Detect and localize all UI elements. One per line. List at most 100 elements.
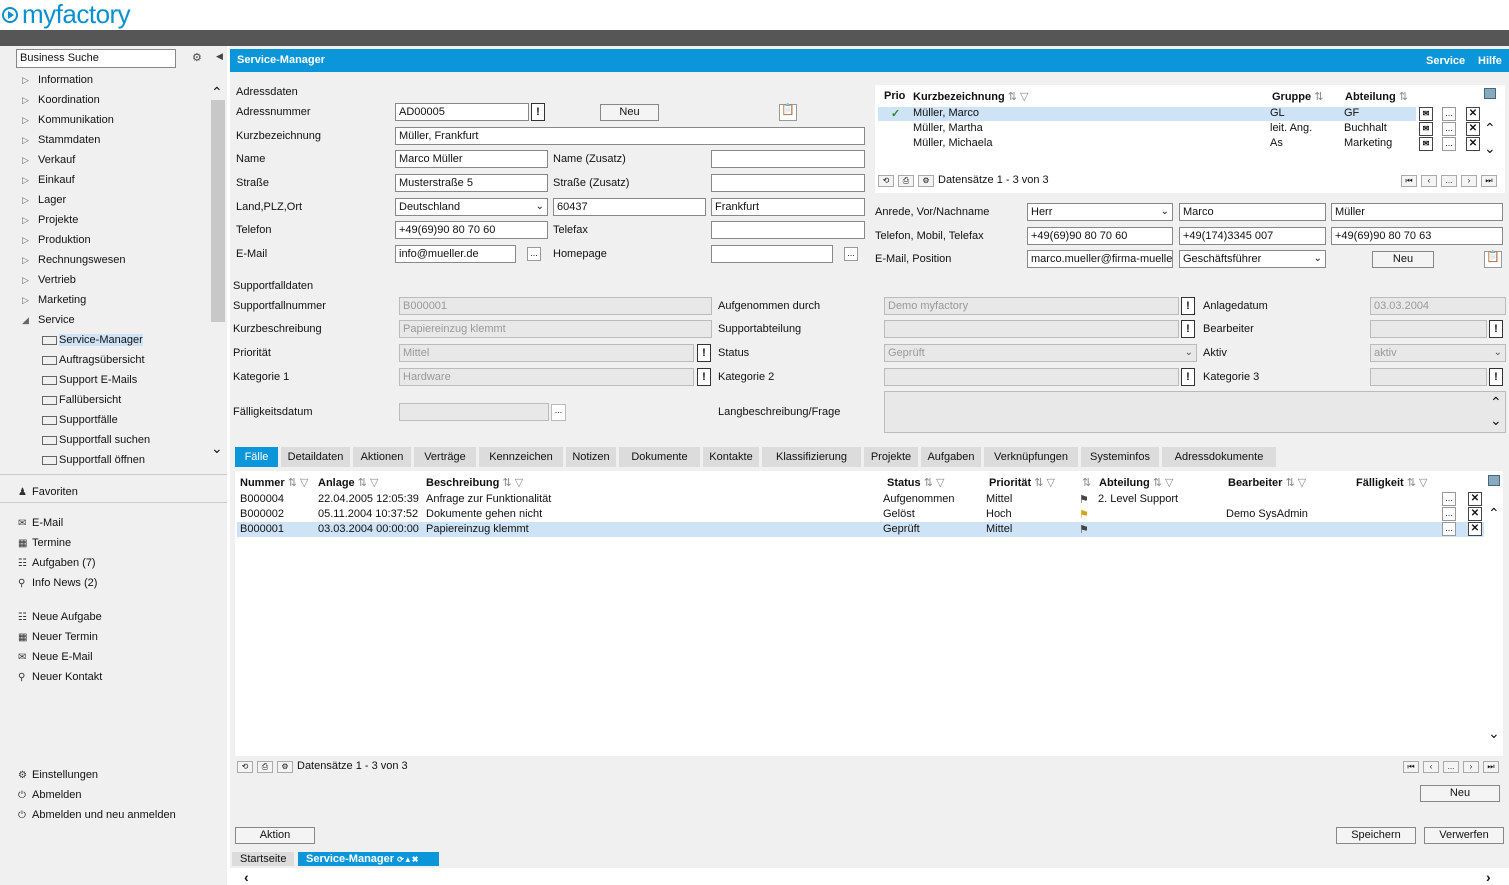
- settings-icon[interactable]: ⚙: [918, 175, 934, 187]
- scroll-down-icon[interactable]: ⌄: [1490, 412, 1502, 429]
- new-case-button[interactable]: Neu: [1420, 785, 1500, 802]
- new-address-button[interactable]: Neu: [600, 104, 659, 121]
- page-more-icon[interactable]: ...: [1443, 761, 1459, 773]
- mail-icon[interactable]: ✉: [1419, 122, 1433, 136]
- table-row[interactable]: [237, 492, 1484, 507]
- col-status[interactable]: Status ⇅ ▽: [887, 476, 944, 489]
- tab[interactable]: Verknüpfungen: [984, 447, 1079, 467]
- scroll-up-icon[interactable]: ⌃: [211, 84, 223, 101]
- col-created[interactable]: Anlage ⇅ ▽: [318, 476, 378, 489]
- category3-field[interactable]: [1370, 368, 1487, 386]
- sidebar-item-service[interactable]: ◢ Service: [22, 311, 75, 329]
- sidebar-scroll-thumb[interactable]: [211, 100, 225, 322]
- scroll-left-icon[interactable]: ‹: [244, 869, 249, 885]
- filter-icon[interactable]: ⇅ ▽: [1407, 477, 1428, 489]
- homepage-more-button[interactable]: ...: [844, 247, 858, 261]
- col-editor[interactable]: Bearbeiter ⇅ ▽: [1228, 476, 1306, 489]
- street-field[interactable]: Musterstraße 5: [395, 174, 548, 192]
- sidebar-item[interactable]: ▷ Marketing: [22, 291, 86, 309]
- row-more-button[interactable]: ...: [1442, 107, 1456, 121]
- sidebar-item[interactable]: ▷ Kommunikation: [22, 111, 114, 129]
- quick-link[interactable]: ✉ E-Mail: [18, 514, 63, 532]
- prev-page-icon[interactable]: ‹: [1421, 175, 1437, 187]
- page-more-icon[interactable]: ...: [1441, 175, 1457, 187]
- favorites-link[interactable]: ♟ Favoriten: [18, 483, 78, 501]
- tab[interactable]: Aufgaben: [921, 447, 982, 467]
- tab[interactable]: Notizen: [566, 447, 617, 467]
- tab[interactable]: Klassifizierung: [762, 447, 862, 467]
- discard-button[interactable]: Verwerfen: [1424, 827, 1504, 844]
- phone-field[interactable]: +49(69)90 80 70 60: [395, 221, 548, 239]
- first-page-icon[interactable]: ⏮: [1401, 175, 1417, 187]
- clipboard-icon[interactable]: 📋: [1484, 251, 1502, 268]
- quick-link[interactable]: ▦ Termine: [18, 534, 71, 552]
- sidebar-subitem[interactable]: Supportfall suchen: [42, 431, 150, 449]
- salutation-select[interactable]: Herr ⌄: [1027, 203, 1173, 221]
- address-number-field[interactable]: AD00005: [395, 103, 529, 121]
- active-select[interactable]: aktiv ⌄: [1370, 344, 1506, 362]
- tab[interactable]: Adressdokumente: [1162, 447, 1277, 467]
- action-button[interactable]: Aktion: [235, 827, 315, 844]
- filter-icon[interactable]: ⇅ ▽: [358, 477, 379, 489]
- status-select[interactable]: Geprüft ⌄: [884, 344, 1197, 362]
- filter-icon[interactable]: ⇅ ▽: [924, 477, 945, 489]
- filter-icon[interactable]: ⇅ ▽: [502, 477, 523, 489]
- tab[interactable]: Projekte: [864, 447, 919, 467]
- column-chooser-icon[interactable]: [1488, 475, 1500, 486]
- quick-action[interactable]: ⚲ Neuer Kontakt: [18, 668, 102, 686]
- contact-email-field[interactable]: marco.mueller@firma-mueller: [1027, 250, 1173, 268]
- horizontal-scrollbar[interactable]: [230, 868, 1509, 885]
- help-link[interactable]: Hilfe: [1478, 55, 1502, 67]
- sidebar-item[interactable]: ▷ Information: [22, 71, 93, 89]
- quick-action[interactable]: ▦ Neuer Termin: [18, 628, 98, 646]
- settings-link[interactable]: ⏻ Abmelden: [18, 786, 82, 804]
- tab[interactable]: Systeminfos: [1081, 447, 1160, 467]
- recorded-by-field[interactable]: Demo myfactory: [884, 297, 1179, 315]
- next-page-icon[interactable]: ›: [1463, 761, 1479, 773]
- scroll-down-icon[interactable]: ⌄: [1484, 140, 1496, 157]
- short-desc-field[interactable]: Papiereinzug klemmt: [399, 320, 712, 338]
- service-link[interactable]: Service: [1426, 55, 1465, 67]
- sort-icon[interactable]: ⇅: [1314, 91, 1323, 103]
- short-name-header[interactable]: Kurzbezeichnung ⇅ ▽: [913, 90, 1028, 103]
- quick-action[interactable]: ✉ Neue E-Mail: [18, 648, 93, 666]
- scroll-down-icon[interactable]: ⌄: [1488, 725, 1500, 742]
- fax-field[interactable]: [711, 221, 865, 239]
- sidebar-item[interactable]: ▷ Projekte: [22, 211, 78, 229]
- contact-phone-field[interactable]: +49(69)90 80 70 60: [1027, 227, 1173, 245]
- long-desc-field[interactable]: [884, 391, 1506, 433]
- lookup-button[interactable]: !: [531, 103, 545, 121]
- column-chooser-icon[interactable]: [1484, 88, 1496, 99]
- print-icon[interactable]: ⎙: [257, 761, 273, 773]
- sidebar-item[interactable]: ▷ Produktion: [22, 231, 91, 249]
- delete-icon[interactable]: ✕: [1468, 492, 1482, 506]
- row-more-button[interactable]: ...: [1442, 122, 1456, 136]
- editor-lookup-button[interactable]: !: [1489, 320, 1503, 338]
- editor-field[interactable]: [1370, 320, 1487, 338]
- recorded-by-lookup-button[interactable]: !: [1181, 297, 1195, 315]
- scroll-up-icon[interactable]: ⌃: [1488, 505, 1500, 522]
- tab[interactable]: Fälle: [235, 447, 279, 467]
- first-page-icon[interactable]: ⏮: [1403, 761, 1419, 773]
- clipboard-icon[interactable]: 📋: [779, 104, 797, 121]
- quick-link[interactable]: ☷ Aufgaben (7): [18, 554, 96, 572]
- email-more-button[interactable]: ...: [527, 247, 541, 261]
- city-field[interactable]: Frankfurt: [711, 198, 865, 216]
- name-extra-field[interactable]: [711, 150, 865, 168]
- tab-startpage[interactable]: Startseite: [232, 852, 294, 866]
- col-department[interactable]: Abteilung ⇅ ▽: [1099, 476, 1174, 489]
- sidebar-subitem[interactable]: Supportfälle: [42, 411, 118, 429]
- short-name-field[interactable]: Müller, Frankfurt: [395, 127, 865, 145]
- category2-field[interactable]: [884, 368, 1179, 386]
- delete-icon[interactable]: ✕: [1466, 122, 1480, 136]
- sidebar-subitem[interactable]: Fallübersicht: [42, 391, 121, 409]
- table-row[interactable]: [237, 522, 1484, 537]
- due-date-picker-button[interactable]: ...: [551, 404, 566, 421]
- scroll-right-icon[interactable]: ›: [1486, 869, 1491, 885]
- street-extra-field[interactable]: [711, 174, 865, 192]
- email-field[interactable]: info@mueller.de: [395, 245, 516, 263]
- category2-lookup-button[interactable]: !: [1181, 368, 1195, 386]
- position-select[interactable]: Geschäftsführer ⌄: [1179, 250, 1326, 268]
- group-header[interactable]: Gruppe ⇅: [1272, 90, 1323, 103]
- settings-icon[interactable]: ⚙: [277, 761, 293, 773]
